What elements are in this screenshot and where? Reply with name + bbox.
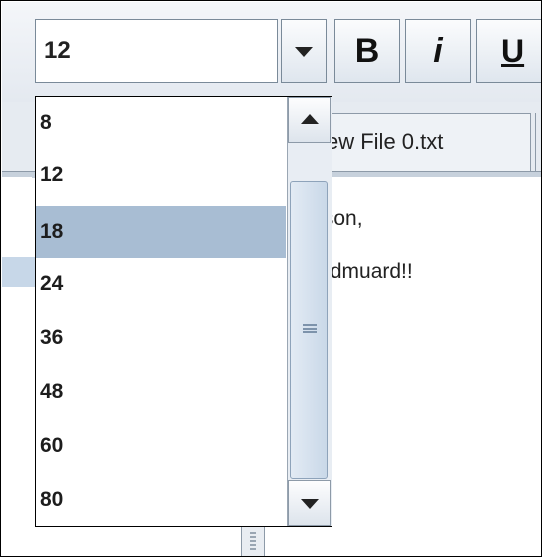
font-size-option-24[interactable]: 24 bbox=[36, 258, 286, 310]
bold-button[interactable]: B bbox=[334, 19, 400, 83]
font-size-option-48[interactable]: 48 bbox=[36, 366, 286, 418]
font-size-list: 8 12 18 24 36 48 60 80 bbox=[36, 97, 286, 526]
scroll-up-arrow-icon bbox=[301, 114, 319, 124]
side-panel-highlight bbox=[2, 257, 36, 287]
scroll-down-arrow-icon bbox=[301, 499, 319, 509]
font-size-option-12[interactable]: 12 bbox=[36, 149, 286, 201]
tab-label: ew File 0.txt bbox=[326, 129, 444, 154]
font-size-option-60[interactable]: 60 bbox=[36, 420, 286, 472]
divider-grip-icon bbox=[250, 532, 256, 552]
font-size-option-80[interactable]: 80 bbox=[36, 474, 286, 526]
list-scrollbar[interactable] bbox=[287, 97, 332, 526]
font-size-option-18[interactable]: 18 bbox=[36, 206, 286, 258]
scroll-down-button[interactable] bbox=[288, 480, 331, 526]
side-panel bbox=[2, 177, 32, 556]
italic-button[interactable]: i bbox=[405, 19, 471, 83]
tab-next[interactable] bbox=[535, 113, 541, 173]
font-size-dropdown-button[interactable] bbox=[281, 19, 327, 83]
thumb-grip-icon bbox=[303, 324, 317, 333]
font-size-option-36[interactable]: 36 bbox=[36, 312, 286, 364]
scrollbar-thumb[interactable] bbox=[290, 181, 328, 479]
scroll-up-button[interactable] bbox=[288, 97, 331, 143]
font-size-option-8[interactable]: 8 bbox=[36, 97, 286, 149]
underline-button[interactable]: U bbox=[476, 19, 541, 83]
font-size-combo[interactable]: 12 bbox=[35, 19, 278, 83]
tab-new-file-0[interactable]: ew File 0.txt bbox=[301, 113, 531, 173]
chevron-down-icon bbox=[295, 47, 313, 57]
font-size-value: 12 bbox=[44, 37, 71, 64]
split-pane-divider[interactable] bbox=[241, 526, 265, 556]
font-size-popup: 8 12 18 24 36 48 60 80 bbox=[35, 96, 332, 527]
window-frame: 12 B i U ew File 0.txt n jason, llo Edmu… bbox=[0, 0, 542, 557]
